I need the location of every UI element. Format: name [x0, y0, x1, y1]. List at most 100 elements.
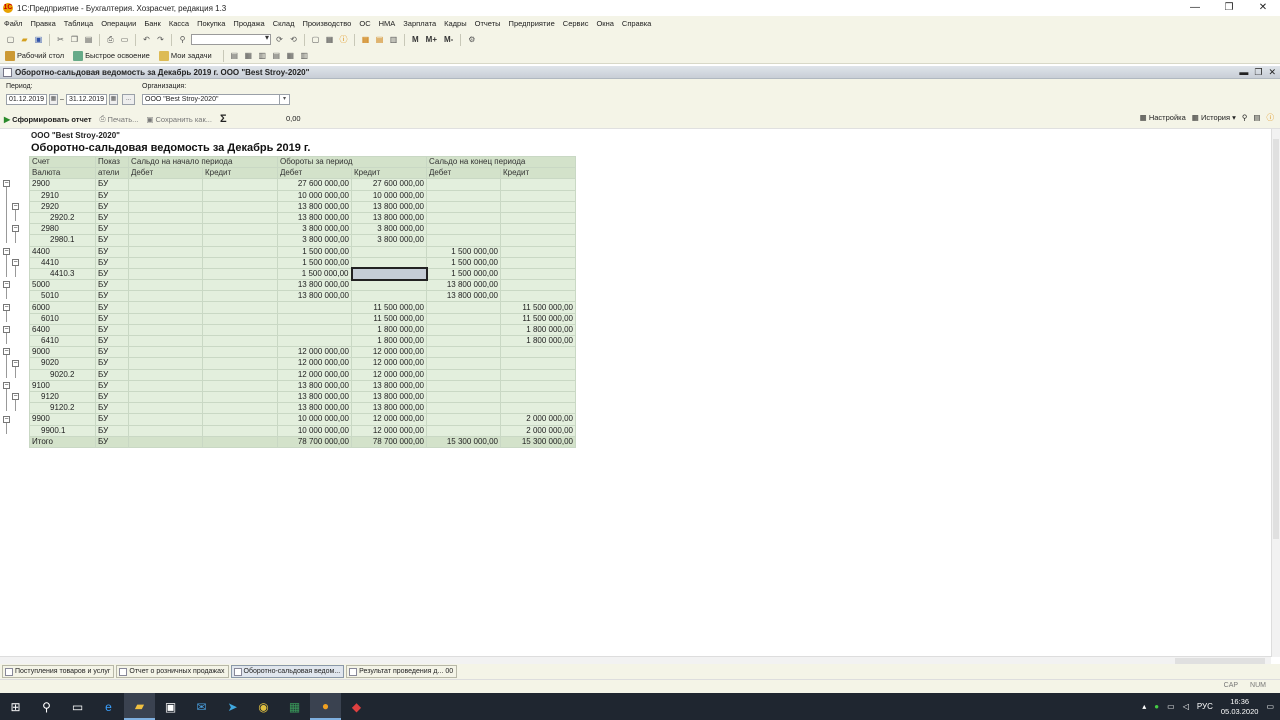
menu-item-6[interactable]: Покупка — [193, 19, 229, 28]
amount-cell-tc[interactable]: 11 500 000,00 — [351, 301, 427, 314]
amount-cell-cd[interactable] — [426, 402, 501, 415]
amount-cell-oc[interactable] — [202, 368, 278, 381]
amount-cell-cc[interactable] — [500, 379, 576, 392]
find-prev-icon[interactable]: ⟲ — [288, 34, 299, 45]
amount-cell-cc[interactable] — [500, 245, 576, 258]
amount-cell-cc[interactable] — [500, 346, 576, 359]
amount-cell-tc[interactable] — [351, 245, 427, 258]
indicator-cell[interactable]: БУ — [95, 424, 129, 437]
anydesk-icon[interactable]: ◆ — [341, 693, 372, 720]
menu-item-17[interactable]: Окна — [592, 19, 617, 28]
open-window-tab[interactable]: Результат проведения д... 00 — [346, 665, 458, 678]
account-cell[interactable]: 9000 — [29, 346, 96, 359]
amount-cell-tc[interactable]: 13 800 000,00 — [351, 402, 427, 415]
edge-icon[interactable]: e — [93, 693, 124, 720]
my-tasks-button[interactable]: Мои задачи — [158, 50, 218, 61]
amount-cell-cc[interactable] — [500, 390, 576, 404]
amount-cell-cc[interactable]: 11 500 000,00 — [500, 312, 576, 325]
account-cell[interactable]: 6000 — [29, 301, 96, 314]
amount-cell-cd[interactable]: 1 500 000,00 — [426, 267, 501, 281]
collapse-group-icon[interactable]: − — [12, 258, 19, 266]
amount-cell-od[interactable] — [128, 223, 203, 236]
amount-cell-oc[interactable] — [202, 413, 278, 426]
amount-cell-od[interactable] — [128, 267, 203, 281]
collapse-group-icon[interactable]: − — [3, 281, 10, 289]
amount-cell-tc[interactable]: 13 800 000,00 — [351, 379, 427, 392]
amount-cell-od[interactable] — [128, 402, 203, 415]
amount-cell-tc[interactable]: 12 000 000,00 — [351, 413, 427, 426]
language-indicator[interactable]: РУС — [1197, 702, 1213, 711]
indicator-cell[interactable]: БУ — [95, 256, 129, 269]
amount-cell-td[interactable]: 13 800 000,00 — [277, 279, 352, 292]
amount-cell-td[interactable]: 13 800 000,00 — [277, 402, 352, 415]
telegram-icon[interactable]: ➤ — [217, 693, 248, 720]
amount-cell-od[interactable] — [128, 178, 203, 191]
amount-cell-oc[interactable] — [202, 211, 278, 225]
open-window-tab[interactable]: Оборотно-сальдовая ведом... — [230, 665, 345, 678]
date-to-calendar-icon[interactable]: ▦ — [109, 94, 118, 105]
account-cell[interactable]: 9020.2 — [29, 368, 96, 381]
menu-item-3[interactable]: Операции — [97, 19, 140, 28]
network-icon[interactable]: ▭ — [1167, 702, 1175, 711]
volume-icon[interactable]: ◁ — [1183, 702, 1189, 711]
indicator-cell[interactable]: БУ — [95, 413, 129, 426]
chrome-icon[interactable]: ◉ — [248, 693, 279, 720]
amount-cell-cc[interactable] — [500, 267, 576, 281]
amount-cell-tc[interactable]: 12 000 000,00 — [351, 357, 427, 370]
collapse-group-icon[interactable]: − — [3, 382, 10, 389]
mail-icon[interactable]: ✉ — [186, 693, 217, 720]
indicator-cell[interactable]: БУ — [95, 301, 129, 314]
amount-cell-oc[interactable] — [202, 424, 278, 437]
amount-cell-cc[interactable] — [500, 357, 576, 370]
indicator-cell[interactable]: БУ — [95, 379, 129, 392]
indicator-cell[interactable]: БУ — [95, 390, 129, 404]
amount-cell-td[interactable] — [277, 334, 352, 348]
indicator-cell[interactable]: БУ — [95, 435, 129, 448]
account-cell[interactable]: 2980.1 — [29, 234, 96, 247]
amount-cell-cc[interactable]: 15 300 000,00 — [500, 435, 576, 448]
windows-start-icon[interactable]: ⊞ — [0, 693, 31, 720]
account-cell[interactable]: 6400 — [29, 323, 96, 337]
amount-cell-oc[interactable] — [202, 178, 278, 191]
amount-cell-od[interactable] — [128, 424, 203, 437]
amount-cell-od[interactable] — [128, 301, 203, 314]
amount-cell-oc[interactable] — [202, 435, 278, 448]
amount-cell-cd[interactable]: 1 500 000,00 — [426, 245, 501, 258]
menu-item-0[interactable]: Файл — [3, 19, 26, 28]
date-from-calendar-icon[interactable]: ▦ — [49, 94, 58, 105]
indicator-cell[interactable]: БУ — [95, 402, 129, 415]
amount-cell-td[interactable]: 1 500 000,00 — [277, 245, 352, 258]
amount-cell-tc[interactable]: 13 800 000,00 — [351, 200, 427, 213]
amount-cell-cd[interactable] — [426, 200, 501, 213]
amount-cell-tc[interactable]: 78 700 000,00 — [351, 435, 427, 448]
amount-cell-od[interactable] — [128, 256, 203, 269]
amount-cell-od[interactable] — [128, 435, 203, 448]
amount-cell-tc[interactable]: 12 000 000,00 — [351, 424, 427, 437]
sum-icon[interactable]: Σ — [220, 113, 227, 125]
amount-cell-tc[interactable]: 12 000 000,00 — [351, 368, 427, 381]
print-icon[interactable]: ⎙ — [105, 34, 116, 45]
amount-cell-oc[interactable] — [202, 390, 278, 404]
menu-item-18[interactable]: Справка — [618, 19, 655, 28]
amount-cell-oc[interactable] — [202, 323, 278, 337]
menu-item-7[interactable]: Продажа — [229, 19, 268, 28]
report-close-button[interactable]: ✕ — [1268, 66, 1276, 79]
excel-icon[interactable]: ▦ — [279, 693, 310, 720]
undo-icon[interactable]: ↶ — [141, 34, 152, 45]
collapse-group-icon[interactable]: − — [3, 415, 10, 423]
find-next-icon[interactable]: ⟳ — [274, 34, 285, 45]
menu-item-8[interactable]: Склад — [269, 19, 299, 28]
amount-cell-oc[interactable] — [202, 279, 278, 292]
account-cell[interactable]: 9100 — [29, 379, 96, 392]
close-button[interactable]: ✕ — [1246, 0, 1280, 16]
indicator-cell[interactable]: БУ — [95, 189, 129, 202]
calendar-icon[interactable]: ▦ — [360, 34, 371, 45]
search-input[interactable] — [191, 33, 271, 45]
account-cell[interactable]: 9120.2 — [29, 402, 96, 415]
account-cell[interactable]: 2980 — [29, 223, 96, 236]
menu-item-15[interactable]: Предприятие — [505, 19, 559, 28]
amount-cell-td[interactable]: 13 800 000,00 — [277, 290, 352, 303]
amount-cell-cc[interactable] — [500, 200, 576, 213]
clock[interactable]: 16:36 05.03.2020 — [1221, 697, 1259, 717]
menu-item-12[interactable]: Зарплата — [399, 19, 440, 28]
